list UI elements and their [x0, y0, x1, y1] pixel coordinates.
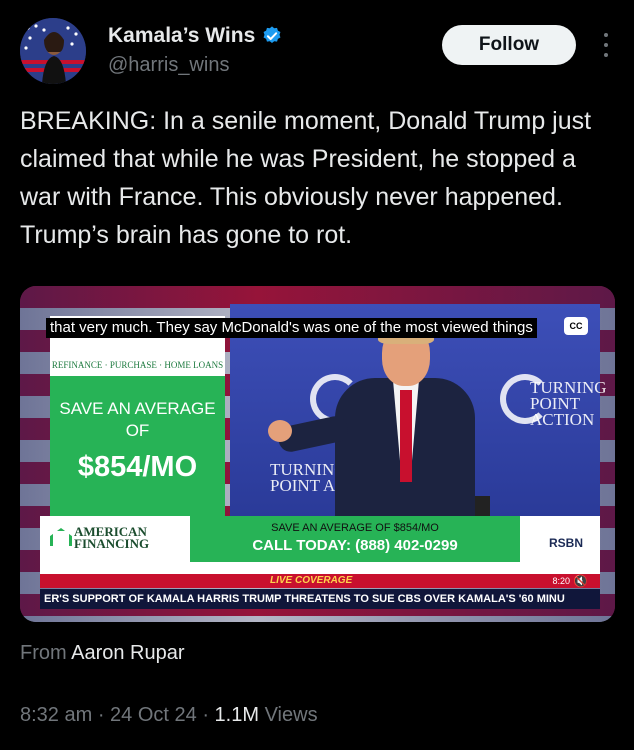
author-handle[interactable]: @harris_wins	[108, 54, 229, 77]
speaker-figure	[268, 322, 520, 536]
avatar-image	[20, 18, 86, 84]
lower-third-logo: AMERICAN FINANCING	[50, 525, 180, 566]
views-label: Views	[264, 704, 318, 726]
house-icon	[50, 528, 72, 546]
lower-third-banner: AMERICAN FINANCING SAVE AN AVERAGE OF $8…	[40, 516, 600, 576]
tweet-header: Kamala’s Wins @harris_wins Follow	[20, 18, 614, 88]
source-prefix: From	[20, 642, 67, 664]
stage-text: TURNING POINT ACTION	[530, 378, 607, 429]
closed-captions-button[interactable]: CC	[564, 317, 588, 335]
author-name[interactable]: Kamala’s Wins	[108, 24, 255, 48]
follow-button[interactable]: Follow	[442, 25, 576, 65]
source-author-link[interactable]: Aaron Rupar	[71, 642, 184, 664]
network-logo: RSBN	[548, 536, 583, 550]
video-caption: that very much. They say McDonald's was …	[46, 318, 537, 338]
tweet-date[interactable]: 24 Oct 24	[110, 704, 197, 726]
tweet-meta: 8:32 am · 24 Oct 24 · 1.1M Views	[20, 704, 318, 726]
more-options-icon[interactable]	[602, 33, 610, 57]
live-bar: LIVE COVERAGE 8:20 🔇	[40, 574, 600, 588]
live-coverage-label: LIVE COVERAGE	[270, 575, 353, 586]
video-source: From Aaron Rupar	[20, 642, 185, 665]
ad-price: $854/MO	[77, 451, 198, 483]
views-count: 1.1M	[214, 704, 260, 726]
broadcast-time: 8:20	[552, 576, 570, 586]
video-player[interactable]: REFINANCE · PURCHASE · HOME LOANS SAVE A…	[20, 286, 615, 622]
mute-icon[interactable]: 🔇	[573, 574, 588, 588]
avatar[interactable]	[20, 18, 86, 84]
tweet-text: BREAKING: In a senile moment, Donald Tru…	[20, 107, 592, 249]
tweet-time[interactable]: 8:32 am	[20, 704, 92, 726]
author-name-row: Kamala’s Wins	[108, 24, 283, 48]
ad-save-label: SAVE AN AVERAGE OF	[59, 399, 216, 440]
news-ticker: ER'S SUPPORT OF KAMALA HARRIS TRUMP THRE…	[40, 589, 600, 609]
lower-third-phone: CALL TODAY: (888) 402-0299	[252, 537, 458, 554]
lower-third-offer: SAVE AN AVERAGE OF $854/MO	[271, 522, 439, 534]
verified-badge-icon	[263, 26, 281, 44]
